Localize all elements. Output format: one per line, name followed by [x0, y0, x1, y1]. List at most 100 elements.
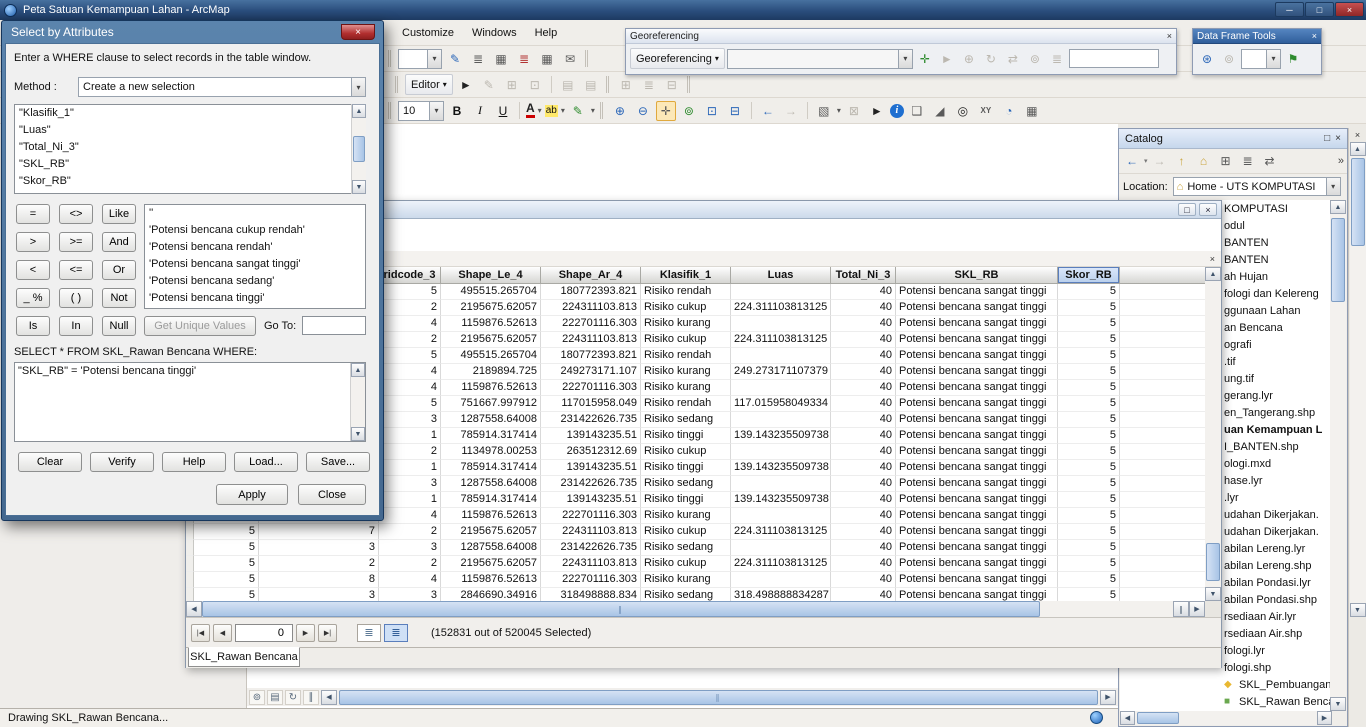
table-row[interactable]: 5 3 3 2846690.34916 318498888.834 Risiko…: [186, 588, 1206, 601]
identify-icon[interactable]: i: [889, 103, 904, 118]
chevron-down-icon[interactable]: ▾: [1325, 178, 1340, 195]
bold-button[interactable]: B: [447, 101, 467, 121]
column-header-shape-le-4[interactable]: Shape_Le_4: [441, 267, 541, 284]
attributes-icon[interactable]: ▤: [558, 75, 578, 95]
rms-error-input[interactable]: [1068, 49, 1159, 68]
column-split-handle[interactable]: ∥: [1173, 601, 1189, 617]
close-icon[interactable]: ×: [1312, 31, 1317, 41]
toolbar-grip[interactable]: [388, 102, 393, 119]
toolbar-grip[interactable]: [395, 76, 400, 93]
midpoint-icon[interactable]: ⊟: [662, 75, 682, 95]
back-icon[interactable]: ←: [1122, 151, 1142, 171]
scale-combo[interactable]: ▾: [398, 48, 442, 69]
scrollbar-thumb[interactable]: [1206, 543, 1220, 581]
table-row[interactable]: 5 3 3 1287558.64008 231422626.735 Risiko…: [186, 540, 1206, 556]
value-item[interactable]: 'Potensi bencana sedang': [145, 273, 365, 290]
row-selector[interactable]: [186, 540, 194, 556]
layer-combo[interactable]: ▾: [726, 48, 913, 69]
row-selector[interactable]: [186, 588, 194, 601]
chevron-down-icon[interactable]: ▾: [897, 49, 912, 68]
row-selector[interactable]: [186, 524, 194, 540]
column-header-skor-rb[interactable]: Skor_RB: [1058, 267, 1120, 284]
scroll-down-button[interactable]: ▼: [351, 427, 365, 441]
chevron-down-icon[interactable]: ▾: [1266, 49, 1280, 68]
last-record-button[interactable]: ▶|: [318, 623, 337, 642]
column-header-skl-rb[interactable]: SKL_RB: [896, 267, 1058, 284]
operator-button[interactable]: Not: [102, 288, 136, 308]
menu-item[interactable]: Windows: [463, 23, 526, 43]
tree-item[interactable]: ■ SKL_Rawan Bencana.sho: [1120, 693, 1332, 710]
menu-item[interactable]: Help: [526, 23, 567, 43]
scroll-left-button[interactable]: ◀: [1120, 711, 1135, 725]
dialog-close-button[interactable]: ×: [341, 24, 375, 40]
toolbar-grip[interactable]: [605, 76, 611, 93]
georeferencing-toolbar-titlebar[interactable]: Georeferencing ×: [626, 29, 1176, 44]
scroll-down-button[interactable]: ▼: [1205, 587, 1221, 601]
scrollbar-thumb[interactable]: [353, 136, 365, 162]
minimize-button[interactable]: ─: [1275, 2, 1304, 17]
scroll-down-button[interactable]: ▼: [352, 180, 366, 194]
zoom-in-icon[interactable]: ⊕: [610, 101, 630, 121]
pause-drawing-button[interactable]: ∥: [303, 689, 319, 705]
method-select[interactable]: Create a new selection ▾: [78, 77, 366, 97]
select-elements-icon[interactable]: ►: [867, 101, 887, 121]
column-header-ridcode-3[interactable]: ridcode_3: [379, 267, 441, 284]
next-record-button[interactable]: ▶: [296, 623, 315, 642]
scroll-left-button[interactable]: ◀: [186, 601, 202, 617]
scroll-up-button[interactable]: ▲: [1330, 200, 1346, 214]
scrollbar-thumb[interactable]: [1350, 158, 1365, 246]
record-number-input[interactable]: [235, 623, 293, 642]
field-item[interactable]: "Skor_RB": [15, 173, 365, 190]
table-row[interactable]: 5 2 2 2195675.62057 224311103.813 Risiko…: [186, 556, 1206, 572]
home-icon[interactable]: ⌂: [1194, 151, 1214, 171]
shift-icon[interactable]: ⇄: [1003, 49, 1023, 69]
operator-button[interactable]: <: [16, 260, 50, 280]
scroll-right-button[interactable]: ▶: [1189, 601, 1205, 617]
up-one-level-icon[interactable]: ↑: [1172, 151, 1192, 171]
chevron-down-icon[interactable]: ▾: [427, 49, 441, 68]
map-scroll-left-button[interactable]: ◀: [321, 689, 337, 705]
column-header-luas[interactable]: Luas: [731, 267, 831, 284]
operator-button[interactable]: _ %: [16, 288, 50, 308]
highlight-button[interactable]: ab: [544, 104, 558, 117]
operator-button[interactable]: >=: [59, 232, 93, 252]
editor-menu-button[interactable]: Editor ▾: [405, 74, 453, 95]
chevron-down-icon[interactable]: ▾: [1144, 157, 1148, 165]
launch-arccatalog-icon[interactable]: ⇄: [1260, 151, 1280, 171]
line-color-icon[interactable]: ✎: [568, 101, 588, 121]
measure-icon[interactable]: ◢: [930, 101, 950, 121]
scroll-up-button[interactable]: ▲: [1349, 142, 1366, 156]
operator-button[interactable]: <>: [59, 204, 93, 224]
chevron-down-icon[interactable]: ▾: [429, 101, 443, 120]
table-row[interactable]: 5 7 2 2195675.62057 224311103.813 Risiko…: [186, 524, 1206, 540]
font-color-button[interactable]: A: [526, 102, 535, 118]
fixed-zoom-in-icon[interactable]: ⊡: [702, 101, 722, 121]
scroll-up-button[interactable]: ▲: [1205, 267, 1221, 281]
operator-button[interactable]: <=: [59, 260, 93, 280]
edit-tool-icon[interactable]: ►: [456, 75, 476, 95]
operator-button[interactable]: Is: [16, 316, 50, 336]
chevron-down-icon[interactable]: ▾: [837, 106, 841, 115]
flag-icon[interactable]: ⚑: [1283, 49, 1303, 69]
open-table-icon[interactable]: ▦: [537, 49, 557, 69]
field-item[interactable]: "SKL_RB": [15, 156, 365, 173]
toggle-contents-icon[interactable]: ≣: [1238, 151, 1258, 171]
verify-button[interactable]: Verify: [90, 452, 154, 472]
table-row[interactable]: 5 8 4 1159876.52613 222701116.303 Risiko…: [186, 572, 1206, 588]
close-icon[interactable]: ×: [1167, 31, 1172, 41]
scrollbar-thumb[interactable]: [1137, 712, 1179, 724]
value-item[interactable]: 'Potensi bencana cukup rendah': [145, 222, 365, 239]
location-combo[interactable]: ⌂ Home - UTS KOMPUTASI ▾: [1172, 177, 1341, 196]
where-clause-textarea[interactable]: "SKL_RB" = 'Potensi bencana tinggi' ▲ ▼: [14, 362, 366, 442]
chevron-down-icon[interactable]: ▾: [591, 106, 595, 115]
scroll-down-button[interactable]: ▼: [1349, 603, 1366, 617]
goto-input[interactable]: [302, 316, 366, 335]
value-item[interactable]: 'Potensi bencana sangat tinggi': [145, 256, 365, 273]
georeferencing-menu-button[interactable]: Georeferencing ▾: [630, 48, 725, 69]
rotate-icon[interactable]: ↻: [981, 49, 1001, 69]
frame-combo[interactable]: ▾: [1241, 48, 1281, 69]
table-close-button[interactable]: ×: [1199, 203, 1217, 216]
pin-icon[interactable]: □: [1324, 133, 1330, 144]
column-header-shape-ar-4[interactable]: Shape_Ar_4: [541, 267, 641, 284]
menu-item[interactable]: Customize: [393, 23, 463, 43]
